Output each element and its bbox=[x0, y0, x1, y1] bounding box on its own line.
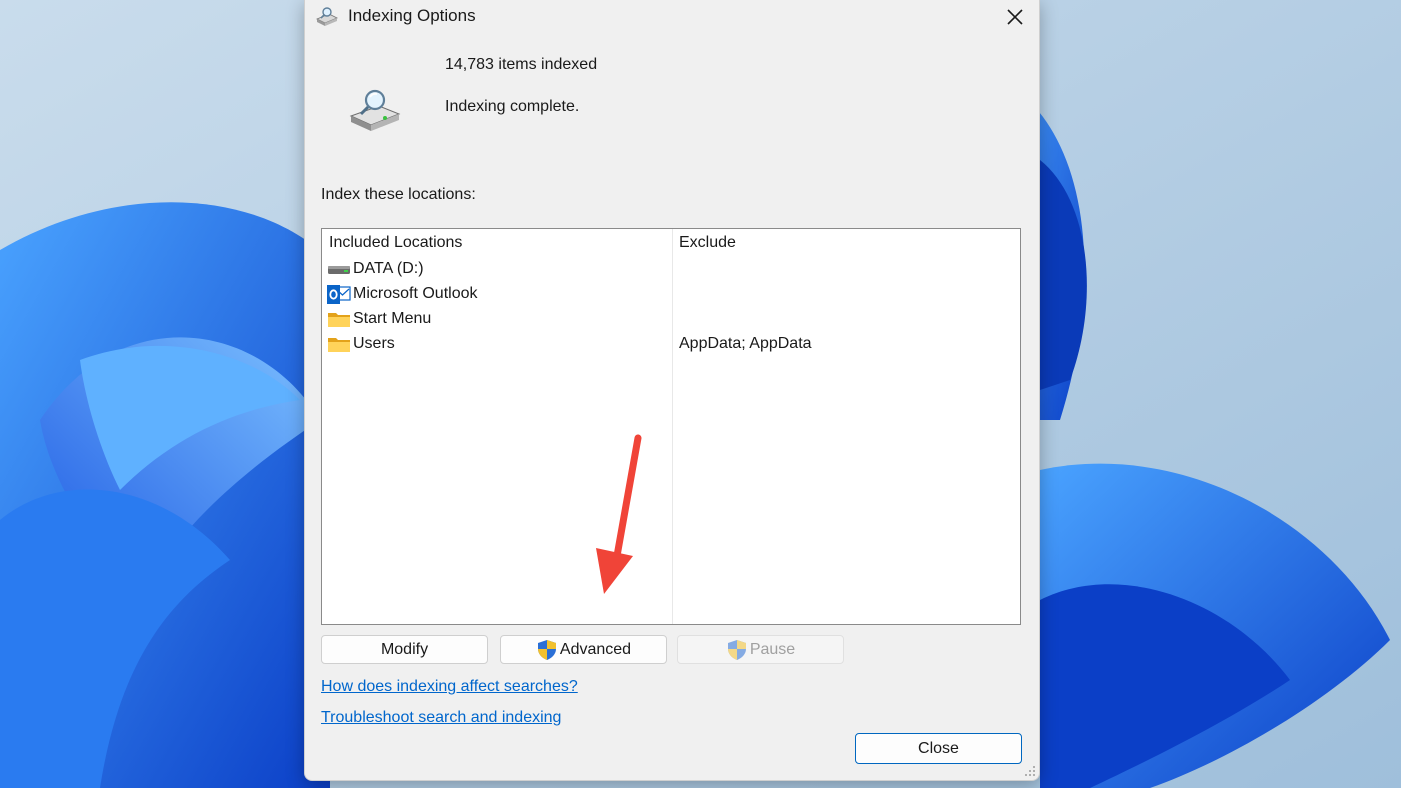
advanced-button-label: Advanced bbox=[559, 640, 632, 658]
indexing-status: Indexing complete. bbox=[445, 98, 580, 115]
column-header-exclude[interactable]: Exclude bbox=[679, 234, 736, 252]
indexing-magnifier-drive-icon bbox=[316, 7, 338, 26]
list-header: Included Locations Exclude bbox=[322, 229, 1020, 255]
folder-icon bbox=[328, 338, 350, 352]
modify-button[interactable]: Modify bbox=[321, 635, 488, 664]
resize-grip-icon[interactable] bbox=[1024, 765, 1036, 777]
uac-shield-icon bbox=[727, 639, 746, 660]
list-item[interactable]: Users AppData; AppData bbox=[322, 331, 1020, 356]
dialog-title: Indexing Options bbox=[348, 6, 476, 25]
pause-button-label: Pause bbox=[749, 640, 796, 658]
list-item[interactable]: Microsoft Outlook bbox=[322, 281, 1020, 306]
pause-button[interactable]: Pause bbox=[677, 635, 844, 664]
how-indexing-affects-link[interactable]: How does indexing affect searches? bbox=[321, 678, 578, 696]
indexing-options-dialog: Indexing Options 14,783 items indexed In… bbox=[304, 0, 1040, 781]
location-name: DATA (D:) bbox=[353, 260, 424, 277]
uac-shield-icon bbox=[537, 639, 556, 660]
location-exclude: AppData; AppData bbox=[679, 335, 812, 352]
outlook-icon bbox=[327, 285, 351, 304]
locations-label: Index these locations: bbox=[321, 186, 476, 203]
modify-button-label: Modify bbox=[380, 640, 429, 658]
indexing-magnifier-drive-icon bbox=[349, 89, 401, 131]
advanced-button[interactable]: Advanced bbox=[500, 635, 667, 664]
title-bar[interactable]: Indexing Options bbox=[305, 0, 1039, 34]
close-button[interactable]: Close bbox=[855, 733, 1022, 764]
drive-icon bbox=[328, 266, 350, 274]
close-icon[interactable] bbox=[1001, 3, 1029, 31]
items-indexed-count: 14,783 items indexed bbox=[445, 56, 598, 73]
close-button-label: Close bbox=[918, 739, 959, 757]
folder-icon bbox=[328, 313, 350, 327]
troubleshoot-link[interactable]: Troubleshoot search and indexing bbox=[321, 709, 561, 727]
location-name: Microsoft Outlook bbox=[353, 285, 478, 302]
column-header-included[interactable]: Included Locations bbox=[329, 234, 462, 252]
list-item[interactable]: DATA (D:) bbox=[322, 256, 1020, 281]
location-name: Start Menu bbox=[353, 310, 432, 327]
location-name: Users bbox=[353, 335, 395, 352]
locations-list[interactable]: Included Locations Exclude DATA (D:) Mic… bbox=[321, 228, 1021, 625]
list-item[interactable]: Start Menu bbox=[322, 306, 1020, 331]
